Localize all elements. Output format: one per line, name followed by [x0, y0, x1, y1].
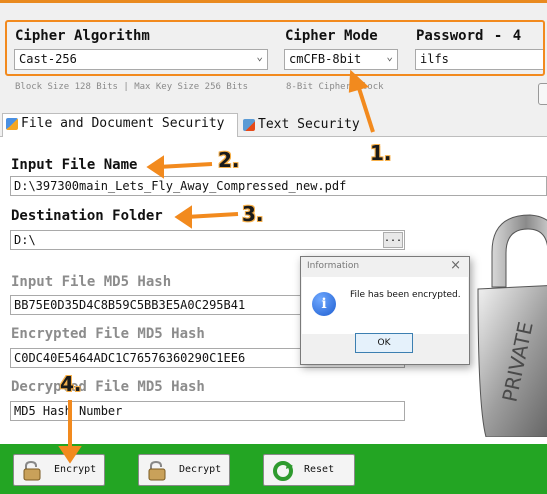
lock-open-icon — [148, 461, 166, 481]
refresh-icon — [273, 461, 293, 481]
tab-text-security[interactable]: Text Security — [240, 115, 370, 137]
dialog-body: i File has been encrypted. — [302, 277, 468, 334]
annotation-number-2: 2. — [218, 148, 240, 172]
annotation-number-1: 1. — [370, 141, 392, 165]
tab-file-and-document-security[interactable]: File and Document Security — [2, 113, 238, 138]
encrypt-label: Encrypt — [54, 464, 97, 475]
annotation-number-4: 4. — [60, 372, 82, 396]
tab-label: Text Security — [258, 117, 360, 132]
input-md5-label: Input File MD5 Hash — [11, 274, 172, 290]
input-file-field[interactable]: D:\397300main_Lets_Fly_Away_Compressed_n… — [10, 176, 547, 196]
browse-folder-button[interactable]: ... — [383, 232, 403, 248]
lock-open-icon — [23, 461, 41, 481]
annotation-number-3: 3. — [242, 202, 264, 226]
header-side-button[interactable] — [538, 83, 547, 105]
mode-hint: 8-Bit Cipher Block — [286, 82, 384, 92]
destination-folder-value: D:\ — [14, 233, 36, 247]
input-file-label: Input File Name — [11, 157, 138, 173]
encrypt-button[interactable]: Encrypt — [13, 454, 105, 486]
tab-label: File and Document Security — [21, 116, 225, 131]
text-security-icon — [243, 119, 255, 131]
dialog-title: Information — [307, 261, 360, 271]
annotation-highlight-frame — [5, 20, 545, 76]
decrypted-md5-label: Decrypted File MD5 Hash — [11, 379, 205, 395]
info-icon: i — [312, 292, 336, 316]
destination-folder-label: Destination Folder — [11, 208, 163, 224]
information-dialog: Information × i File has been encrypted.… — [300, 256, 470, 365]
algorithm-hint: Block Size 128 Bits | Max Key Size 256 B… — [15, 82, 248, 92]
ok-button[interactable]: OK — [355, 333, 413, 353]
document-lock-icon — [6, 118, 18, 130]
cipher-settings-header: Cipher Algorithm Cipher Mode Password - … — [0, 3, 547, 111]
destination-folder-field[interactable]: D:\ — [10, 230, 405, 250]
decrypt-button[interactable]: Decrypt — [138, 454, 230, 486]
close-icon[interactable]: × — [450, 258, 461, 273]
padlock-icon: PRIVATE — [477, 214, 547, 437]
decrypt-label: Decrypt — [179, 464, 222, 475]
tab-bar: File and Document Security Text Security — [0, 111, 547, 138]
decrypted-md5-field[interactable]: MD5 Hash Number — [10, 401, 405, 421]
action-bar: Encrypt Decrypt Reset — [0, 444, 547, 494]
dialog-message: File has been encrypted. — [350, 290, 461, 300]
reset-label: Reset — [304, 464, 335, 475]
encrypted-md5-label: Encrypted File MD5 Hash — [11, 326, 205, 342]
reset-button[interactable]: Reset — [263, 454, 355, 486]
